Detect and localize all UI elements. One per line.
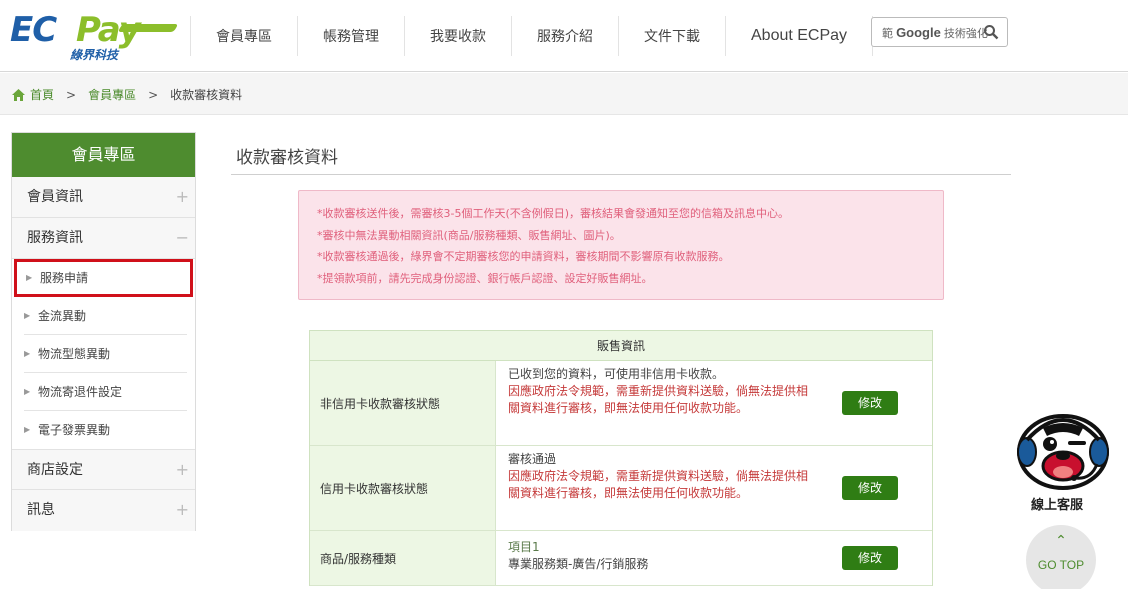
page-title: 收款審核資料 — [236, 148, 338, 168]
logo-ec: EC — [10, 10, 57, 50]
breadcrumb-separator: > — [148, 87, 159, 102]
ecpay-logo[interactable]: EC Pay 綠界科技 — [10, 10, 179, 62]
warning-text: 因應政府法令規範，需重新提供資料送驗，倘無法提供相關資料進行審核，即無法使用任何… — [508, 384, 809, 415]
sidebar-item-label: 服務申請 — [40, 271, 89, 285]
sidebar-item-einvoice-change[interactable]: ▶ 電子發票異動 — [12, 411, 195, 449]
nav-about-ecpay[interactable]: About ECPay — [725, 16, 874, 56]
search-icon[interactable] — [983, 24, 999, 40]
sidebar-item-label: 電子發票異動 — [38, 423, 111, 437]
notice-line: *收款審核送件後，需審核3-5個工作天(不含例假日)，審核結果會發通知至您的信箱… — [317, 207, 790, 220]
search-prefix: 範 — [882, 28, 893, 40]
nav-receive-payment[interactable]: 我要收款 — [404, 16, 511, 56]
breadcrumb-bar: 首頁 > 會員專區 > 收款審核資料 — [0, 73, 1128, 115]
main-nav: 會員專區 帳務管理 我要收款 服務介紹 文件下載 About ECPay — [190, 16, 874, 56]
sidebar-item-label: 物流型態異動 — [38, 347, 111, 361]
go-top-button[interactable]: ⌃ GO TOP — [1026, 525, 1096, 589]
triangle-right-icon: ▶ — [24, 387, 31, 396]
table-row: 商品/服務種類 項目1 專業服務類-廣告/行銷服務 修改 — [310, 531, 932, 586]
sidebar-title: 會員專區 — [12, 133, 195, 177]
triangle-right-icon: ▶ — [24, 311, 31, 320]
sidebar-item-label: 物流寄退件設定 — [38, 385, 123, 399]
notice-line: *提領款項前，請先完成身份認證、銀行帳戶認證、設定好販售網址。 — [317, 271, 653, 285]
nav-document-download[interactable]: 文件下載 — [618, 16, 725, 56]
sidebar-item-service-application[interactable]: ▶ 服務申請 — [14, 259, 193, 297]
collapse-icon: − — [175, 228, 189, 247]
edit-button[interactable]: 修改 — [842, 476, 898, 500]
notice-line: *審核中無法異動相關資訊(商品/服務種類、販售網址、圖片)。 — [317, 228, 621, 242]
sidebar-section-label: 會員資訊 — [27, 189, 83, 205]
breadcrumb-member-area[interactable]: 會員專區 — [88, 86, 136, 103]
sidebar-section-member-info[interactable]: 會員資訊 + — [12, 177, 195, 218]
site-header: EC Pay 綠界科技 會員專區 帳務管理 我要收款 服務介紹 文件下載 Abo… — [0, 0, 1128, 72]
expand-icon: + — [175, 500, 189, 519]
row-value: 已收到您的資料，可使用非信用卡收款。 因應政府法令規範，需重新提供資料送驗，倘無… — [496, 361, 932, 445]
logo-subtitle: 綠界科技 — [70, 48, 119, 62]
table-row: 非信用卡收款審核狀態 已收到您的資料，可使用非信用卡收款。 因應政府法令規範，需… — [310, 361, 932, 446]
row-label: 商品/服務種類 — [310, 531, 496, 585]
triangle-right-icon: ▶ — [26, 273, 33, 282]
sidebar-section-label: 訊息 — [27, 502, 55, 518]
triangle-right-icon: ▶ — [24, 425, 31, 434]
warning-text: 因應政府法令規範，需重新提供資料送驗，倘無法提供相關資料進行審核，即無法使用任何… — [508, 469, 809, 500]
google-label: Google — [896, 25, 941, 40]
sales-info-table: 販售資訊 非信用卡收款審核狀態 已收到您的資料，可使用非信用卡收款。 因應政府法… — [309, 330, 933, 586]
row-value: 審核通過 因應政府法令規範，需重新提供資料送驗，倘無法提供相關資料進行審核，即無… — [496, 446, 932, 530]
triangle-right-icon: ▶ — [24, 349, 31, 358]
home-icon — [12, 88, 25, 101]
sidebar-item-label: 金流異動 — [38, 309, 87, 323]
customer-service-label[interactable]: 線上客服 — [1031, 494, 1083, 513]
breadcrumb-home[interactable]: 首頁 — [30, 86, 54, 103]
expand-icon: + — [175, 460, 189, 479]
sidebar-section-label: 服務資訊 — [27, 230, 83, 246]
go-top-label: GO TOP — [1037, 558, 1085, 572]
row-label: 非信用卡收款審核狀態 — [310, 361, 496, 445]
expand-icon: + — [175, 187, 189, 206]
google-search-label: 範 Google 技術強化 — [882, 25, 988, 41]
breadcrumb: 首頁 > 會員專區 > 收款審核資料 — [12, 86, 242, 103]
breadcrumb-separator: > — [66, 87, 77, 102]
sidebar-section-messages[interactable]: 訊息 + — [12, 490, 195, 531]
sidebar-item-logistics-return-settings[interactable]: ▶ 物流寄退件設定 — [12, 373, 195, 411]
logo-pay: Pay — [76, 10, 141, 50]
title-divider — [231, 174, 1011, 175]
google-search-input[interactable]: 範 Google 技術強化 — [871, 17, 1008, 47]
nav-account-management[interactable]: 帳務管理 — [297, 16, 404, 56]
member-sidebar: 會員專區 會員資訊 + 服務資訊 − ▶ 服務申請 ▶ 金流異動 ▶ 物流型態異… — [11, 132, 196, 531]
table-header: 販售資訊 — [310, 330, 932, 361]
sidebar-section-store-settings[interactable]: 商店設定 + — [12, 449, 195, 490]
edit-button[interactable]: 修改 — [842, 546, 898, 570]
sidebar-item-logistics-type-change[interactable]: ▶ 物流型態異動 — [12, 335, 195, 373]
sidebar-section-label: 商店設定 — [27, 462, 83, 478]
notice-box: *收款審核送件後，需審核3-5個工作天(不含例假日)，審核結果會發通知至您的信箱… — [298, 190, 944, 300]
chevron-up-icon: ⌃ — [1055, 533, 1067, 549]
sidebar-item-payment-change[interactable]: ▶ 金流異動 — [12, 297, 195, 335]
search-enhanced-label: 技術強化 — [943, 28, 988, 40]
table-row: 信用卡收款審核狀態 審核通過 因應政府法令規範，需重新提供資料送驗，倘無法提供相… — [310, 446, 932, 531]
sidebar-section-service-info[interactable]: 服務資訊 − — [12, 218, 195, 259]
nav-service-intro[interactable]: 服務介紹 — [511, 16, 618, 56]
status-text: 已收到您的資料，可使用非信用卡收款。 — [508, 367, 725, 381]
notice-line: *收款審核通過後，綠界會不定期審核您的申請資料，審核期間不影響原有收款服務。 — [317, 250, 730, 263]
status-text: 審核通過 — [508, 452, 557, 466]
edit-button[interactable]: 修改 — [842, 391, 898, 415]
breadcrumb-current: 收款審核資料 — [170, 88, 243, 102]
nav-member-area[interactable]: 會員專區 — [190, 16, 297, 56]
row-label: 信用卡收款審核狀態 — [310, 446, 496, 530]
row-value: 項目1 專業服務類-廣告/行銷服務 修改 — [496, 531, 932, 585]
